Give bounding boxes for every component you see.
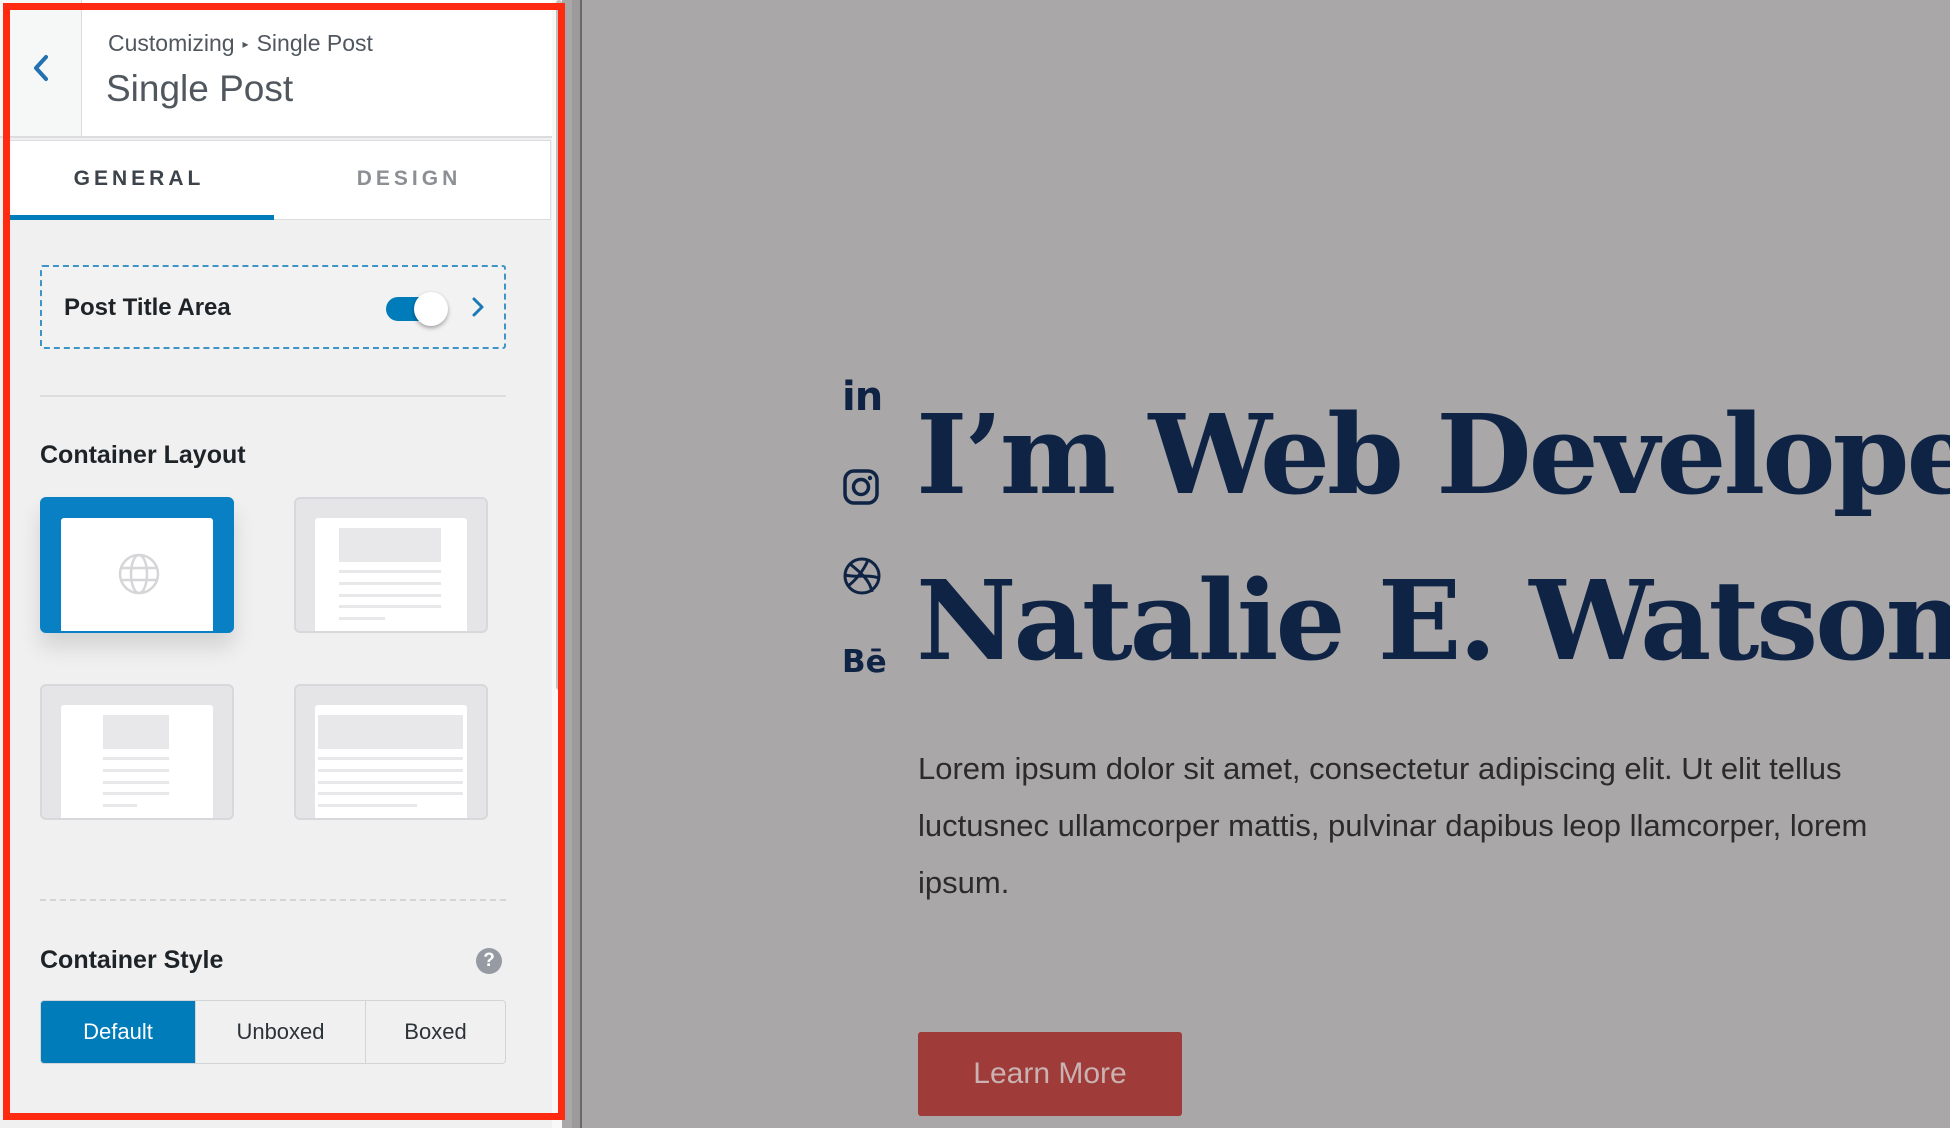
hero-description: Lorem ipsum dolor sit amet, consectetur … (918, 751, 1868, 900)
customizer-sidebar: Customizing ▸ Single Post Single Post GENE… (0, 0, 562, 1128)
container-style-selector: Default Unboxed Boxed (40, 1000, 506, 1064)
breadcrumb-current: Single Post (256, 30, 373, 56)
chevron-right-icon[interactable] (470, 295, 486, 319)
page-title: Single Post (106, 68, 294, 109)
dribbble-icon[interactable] (842, 556, 884, 601)
layout-option-default[interactable] (40, 497, 234, 633)
container-layout-label: Container Layout (40, 441, 246, 469)
style-option-boxed[interactable]: Boxed (365, 1001, 505, 1063)
pane-divider[interactable] (572, 0, 582, 1128)
toggle-knob (414, 292, 448, 326)
preview-line (103, 757, 169, 760)
breadcrumb-separator: ▸ (242, 37, 249, 51)
layout-preview (61, 705, 213, 818)
layout-preview (61, 518, 213, 631)
behance-icon[interactable]: Bē (842, 644, 887, 680)
preview-image-block (318, 715, 463, 749)
behance-glyph: Bē (842, 644, 887, 680)
preview-line (339, 605, 441, 608)
section-divider (40, 395, 506, 397)
linkedin-icon[interactable]: in (842, 374, 884, 420)
container-style-label: Container Style (40, 946, 224, 974)
dribbble-glyph (843, 557, 881, 595)
style-option-unboxed[interactable]: Unboxed (195, 1001, 365, 1063)
preview-image-block (339, 528, 441, 562)
instagram-icon[interactable] (842, 468, 884, 511)
layout-option-narrow[interactable] (40, 684, 234, 820)
hero-title: I’m Web Developer Natalie E. Watson (916, 372, 1950, 704)
back-button[interactable] (0, 0, 82, 136)
preview-line (339, 570, 441, 573)
style-option-default[interactable]: Default (41, 1001, 195, 1063)
preview-line (318, 792, 463, 795)
post-title-area-toggle[interactable] (386, 292, 448, 326)
preview-line (318, 757, 463, 760)
tab-design[interactable]: DESIGN (274, 141, 544, 219)
preview-line (339, 617, 385, 620)
layout-preview (315, 518, 467, 631)
instagram-glyph (843, 469, 879, 505)
chevron-left-icon (33, 55, 48, 81)
layout-preview (315, 705, 467, 818)
help-icon[interactable]: ? (476, 948, 502, 974)
preview-line (103, 769, 169, 772)
post-title-area-control[interactable]: Post Title Area (40, 265, 506, 349)
globe-icon (118, 553, 160, 595)
section-divider-dashed (40, 899, 506, 901)
learn-more-button[interactable]: Learn More (918, 1032, 1182, 1116)
preview-line (103, 781, 169, 784)
preview-line (318, 769, 463, 772)
linkedin-glyph: in (842, 374, 883, 420)
preview-image-block (103, 715, 169, 749)
layout-option-wide[interactable] (294, 684, 488, 820)
sidebar-scrollbar[interactable] (556, 0, 562, 690)
breadcrumb: Customizing ▸ Single Post (108, 30, 373, 57)
customizer-header: Customizing ▸ Single Post Single Post (0, 0, 552, 138)
hero-title-line-1: I’m Web Developer (916, 390, 1950, 519)
post-title-area-label: Post Title Area (64, 294, 231, 321)
preview-line (318, 781, 463, 784)
layout-option-full-width[interactable] (294, 497, 488, 633)
breadcrumb-root: Customizing (108, 30, 235, 56)
hero-title-line-2: Natalie E. Watson (916, 556, 1950, 685)
tab-general[interactable]: GENERAL (4, 141, 274, 220)
preview-line (339, 594, 441, 597)
tab-bar: GENERAL DESIGN (4, 140, 551, 220)
preview-line (103, 792, 169, 795)
preview-line (103, 804, 137, 807)
preview-line (318, 804, 417, 807)
preview-line (339, 582, 441, 585)
